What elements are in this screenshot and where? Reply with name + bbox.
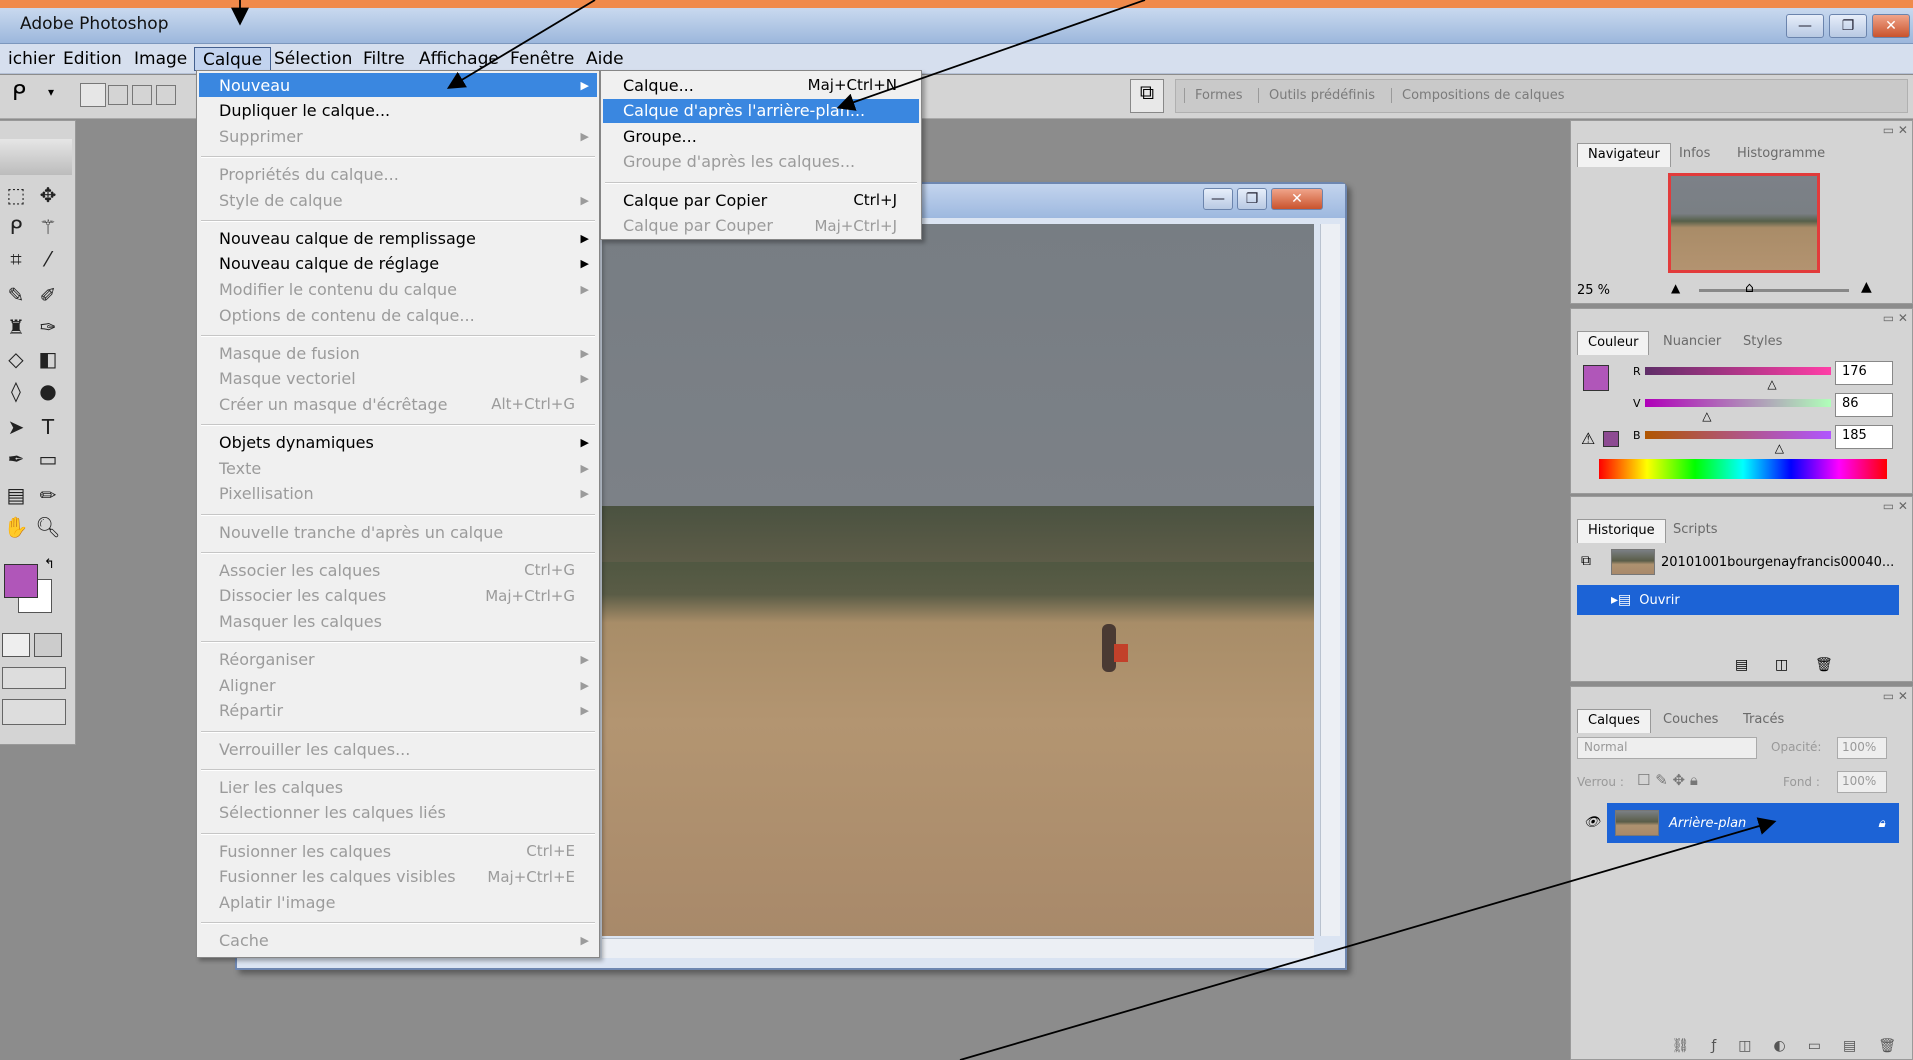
arrow-to-calque-arriere-plan (836, 0, 1146, 111)
annotation-arrows (231, 0, 1777, 1060)
arrow-to-layer-row (959, 817, 1777, 1060)
arrow-to-nouveau (446, 0, 596, 89)
